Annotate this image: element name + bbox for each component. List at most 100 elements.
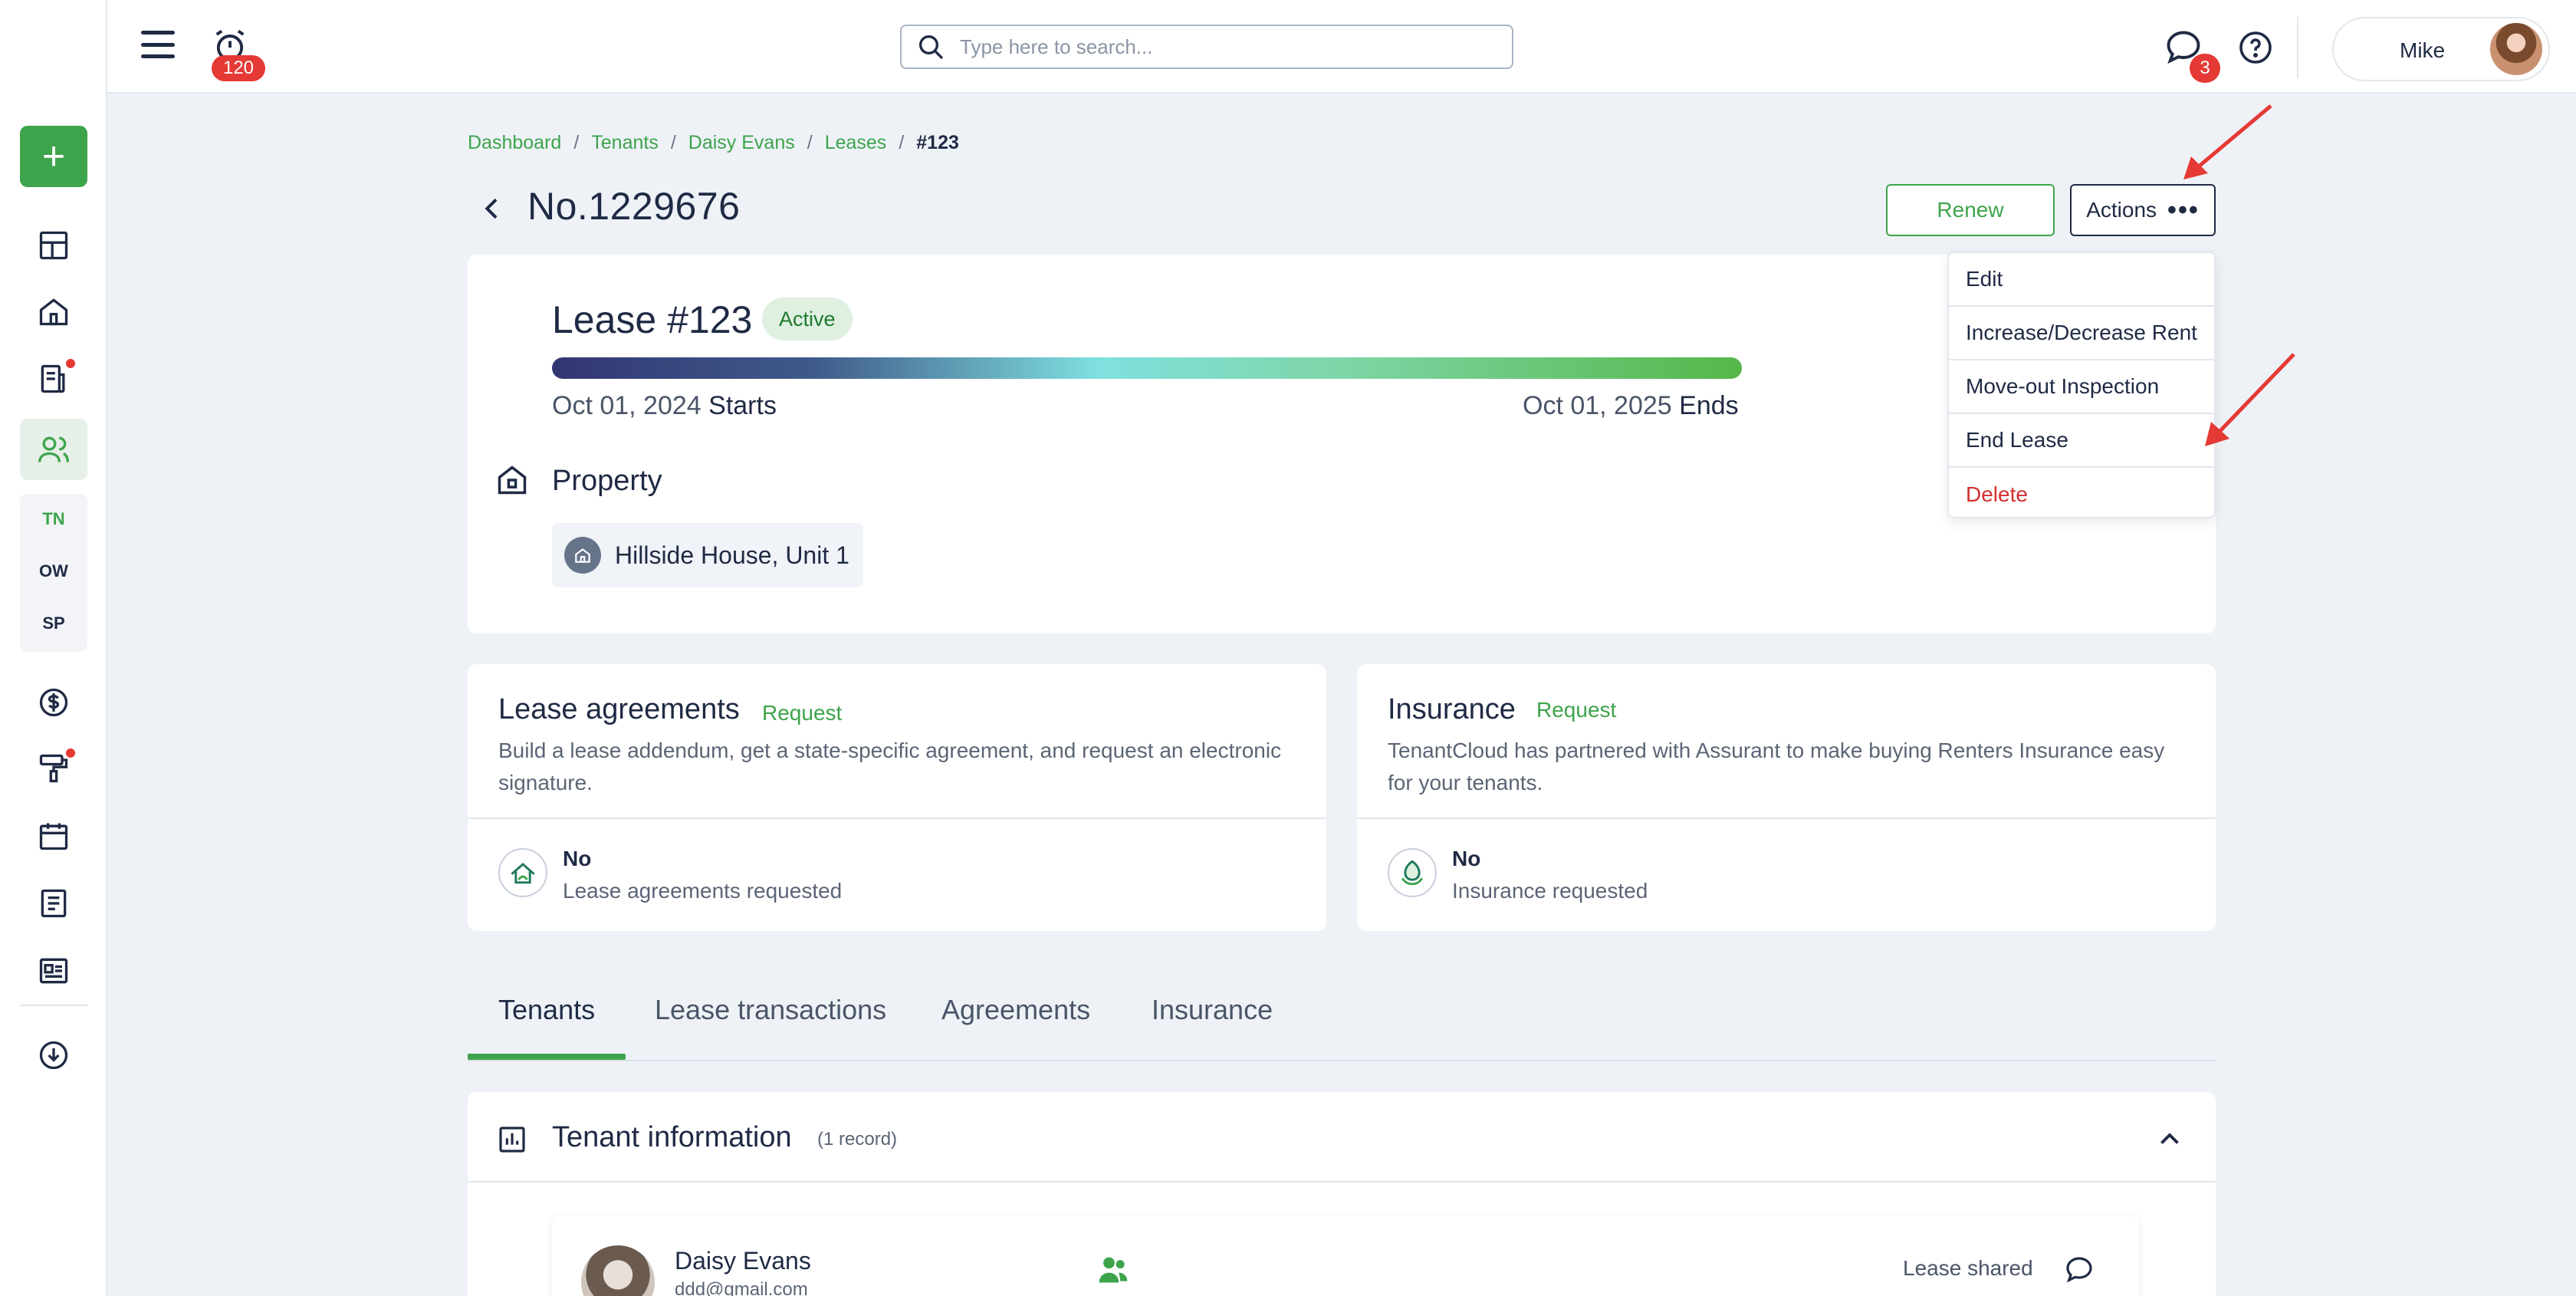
user-name: Mike [2400,38,2446,62]
insurance-description: TenantCloud has partnered with Assurant … [1388,738,2165,794]
search-input[interactable] [960,35,1481,59]
panel-divider [468,1181,2216,1183]
lease-end-date: Oct 01, 2025 [1523,391,1672,420]
download-cloud-icon[interactable] [32,1034,75,1077]
lease-agreements-description: Build a lease addendum, get a state-spec… [498,738,1282,794]
breadcrumb-leases[interactable]: Leases [825,132,887,154]
lease-agreements-status-sub: Lease agreements requested [563,879,843,903]
notifications-count-badge: 120 [212,55,265,81]
card-divider [1357,817,2216,819]
notification-dot [66,748,75,758]
property-home-icon [564,537,601,574]
tab-lease-transactions[interactable]: Lease transactions [655,994,886,1061]
menu-item-move-out-inspection[interactable]: Move-out Inspection [1949,360,2214,414]
renew-button[interactable]: Renew [1886,184,2055,236]
breadcrumb: Dashboard / Tenants / Daisy Evans / Leas… [468,132,959,154]
actions-button[interactable]: Actions ••• [2070,184,2216,236]
search-box[interactable] [900,25,1513,69]
tenant-information-title: Tenant information [552,1121,792,1153]
card-divider [468,817,1326,819]
property-label: Property [552,465,662,497]
annotation-arrow-actions [2183,104,2272,179]
breadcrumb-separator: / [670,132,676,153]
breadcrumb-separator: / [807,132,813,153]
listings-card-icon[interactable] [32,949,75,992]
message-chat-icon[interactable] [2064,1255,2095,1285]
active-tab-indicator [468,1054,626,1060]
breadcrumb-separator: / [573,132,580,153]
tab-tenants[interactable]: Tenants [498,994,595,1061]
reports-list-icon[interactable] [32,882,75,925]
lease-heading: Lease #123 [552,298,753,341]
search-icon [919,35,944,60]
menu-item-increase-decrease-rent[interactable]: Increase/Decrease Rent [1949,307,2214,360]
page-title: No.1229676 [527,185,741,228]
insurance-status: No [1452,847,1481,870]
lease-agreements-title: Lease agreements [498,693,740,725]
breadcrumb-dashboard[interactable]: Dashboard [468,132,561,154]
tenant-email: ddd@gmail.com [675,1279,808,1296]
bar-chart-icon [499,1127,525,1153]
property-name: Hillside House, Unit 1 [615,541,849,569]
user-avatar [2490,23,2542,75]
sidebar-item-ow[interactable]: OW [20,561,87,581]
insurance-status-sub: Insurance requested [1452,879,1648,903]
lease-tabs: Tenants Lease transactions Agreements In… [468,979,2216,1061]
user-menu[interactable]: Mike [2332,17,2550,81]
menu-item-delete[interactable]: Delete [1949,468,2214,517]
status-badge: Active [762,298,853,340]
lease-start-label: Starts [708,391,777,420]
breadcrumb-current: #123 [916,132,959,153]
dashboard-icon[interactable] [32,224,75,267]
breadcrumb-tenants[interactable]: Tenants [591,132,659,154]
tab-agreements[interactable]: Agreements [941,994,1090,1061]
top-bar: 120 3 Mike [107,0,2576,94]
sidebar-item-sp[interactable]: SP [20,613,87,633]
sidebar-item-tn[interactable]: TN [20,509,87,529]
lease-agreements-status: No [563,847,592,870]
calendar-icon[interactable] [32,814,75,857]
topbar-divider [2297,17,2298,78]
insurance-card: Insurance Request TenantCloud has partne… [1357,664,2216,931]
menu-item-edit[interactable]: Edit [1949,253,2214,307]
help-question-icon[interactable] [2237,29,2274,66]
breadcrumb-tenant-name[interactable]: Daisy Evans [688,132,795,154]
more-dots-icon: ••• [2167,196,2200,225]
insurance-logo-icon [1388,848,1437,897]
tenant-record-count: (1 record) [817,1129,898,1150]
menu-item-end-lease[interactable]: End Lease [1949,414,2214,468]
lease-start-date: Oct 01, 2024 [552,391,702,420]
tenants-people-icon[interactable] [32,428,75,471]
annotation-arrow-end-lease [2205,353,2295,446]
insurance-title: Insurance [1388,693,1516,725]
sidebar-divider [20,1005,87,1006]
tenant-information-panel: Tenant information (1 record) Daisy Evan… [468,1092,2216,1296]
lease-progress-bar [552,357,1742,379]
accounting-dollar-icon[interactable] [32,681,75,724]
property-chip[interactable]: Hillside House, Unit 1 [552,523,863,587]
sidebar: + TN OW SP [0,0,107,1296]
leases-document-icon[interactable] [32,357,75,400]
breadcrumb-separator: / [899,132,905,153]
tenant-people-icon [1099,1257,1128,1283]
actions-label: Actions [2086,198,2157,222]
lease-agreements-request-link[interactable]: Request [762,701,842,725]
menu-hamburger-icon[interactable] [141,31,175,58]
lease-start: Oct 01, 2024 Starts [552,391,777,421]
tenant-name[interactable]: Daisy Evans [675,1247,811,1275]
insurance-request-link[interactable]: Request [1536,698,1616,722]
property-house-icon [498,465,527,495]
properties-home-icon[interactable] [32,290,75,333]
maintenance-paint-roller-icon[interactable] [32,747,75,790]
lease-end-label: Ends [1679,391,1739,420]
lease-agreements-card: Lease agreements Request Build a lease a… [468,664,1326,931]
notification-dot [66,359,75,368]
lease-shared-status: Lease shared [1903,1256,2033,1280]
lease-end: Oct 01, 2025 Ends [1523,391,1739,421]
messages-count-badge: 3 [2190,54,2220,83]
back-chevron-icon[interactable] [477,193,508,224]
collapse-chevron-up-icon[interactable] [2156,1126,2183,1153]
add-new-button[interactable]: + [20,126,87,187]
tab-insurance[interactable]: Insurance [1152,994,1273,1061]
tenant-row[interactable]: Daisy Evans ddd@gmail.com Lease shared [552,1216,2139,1296]
